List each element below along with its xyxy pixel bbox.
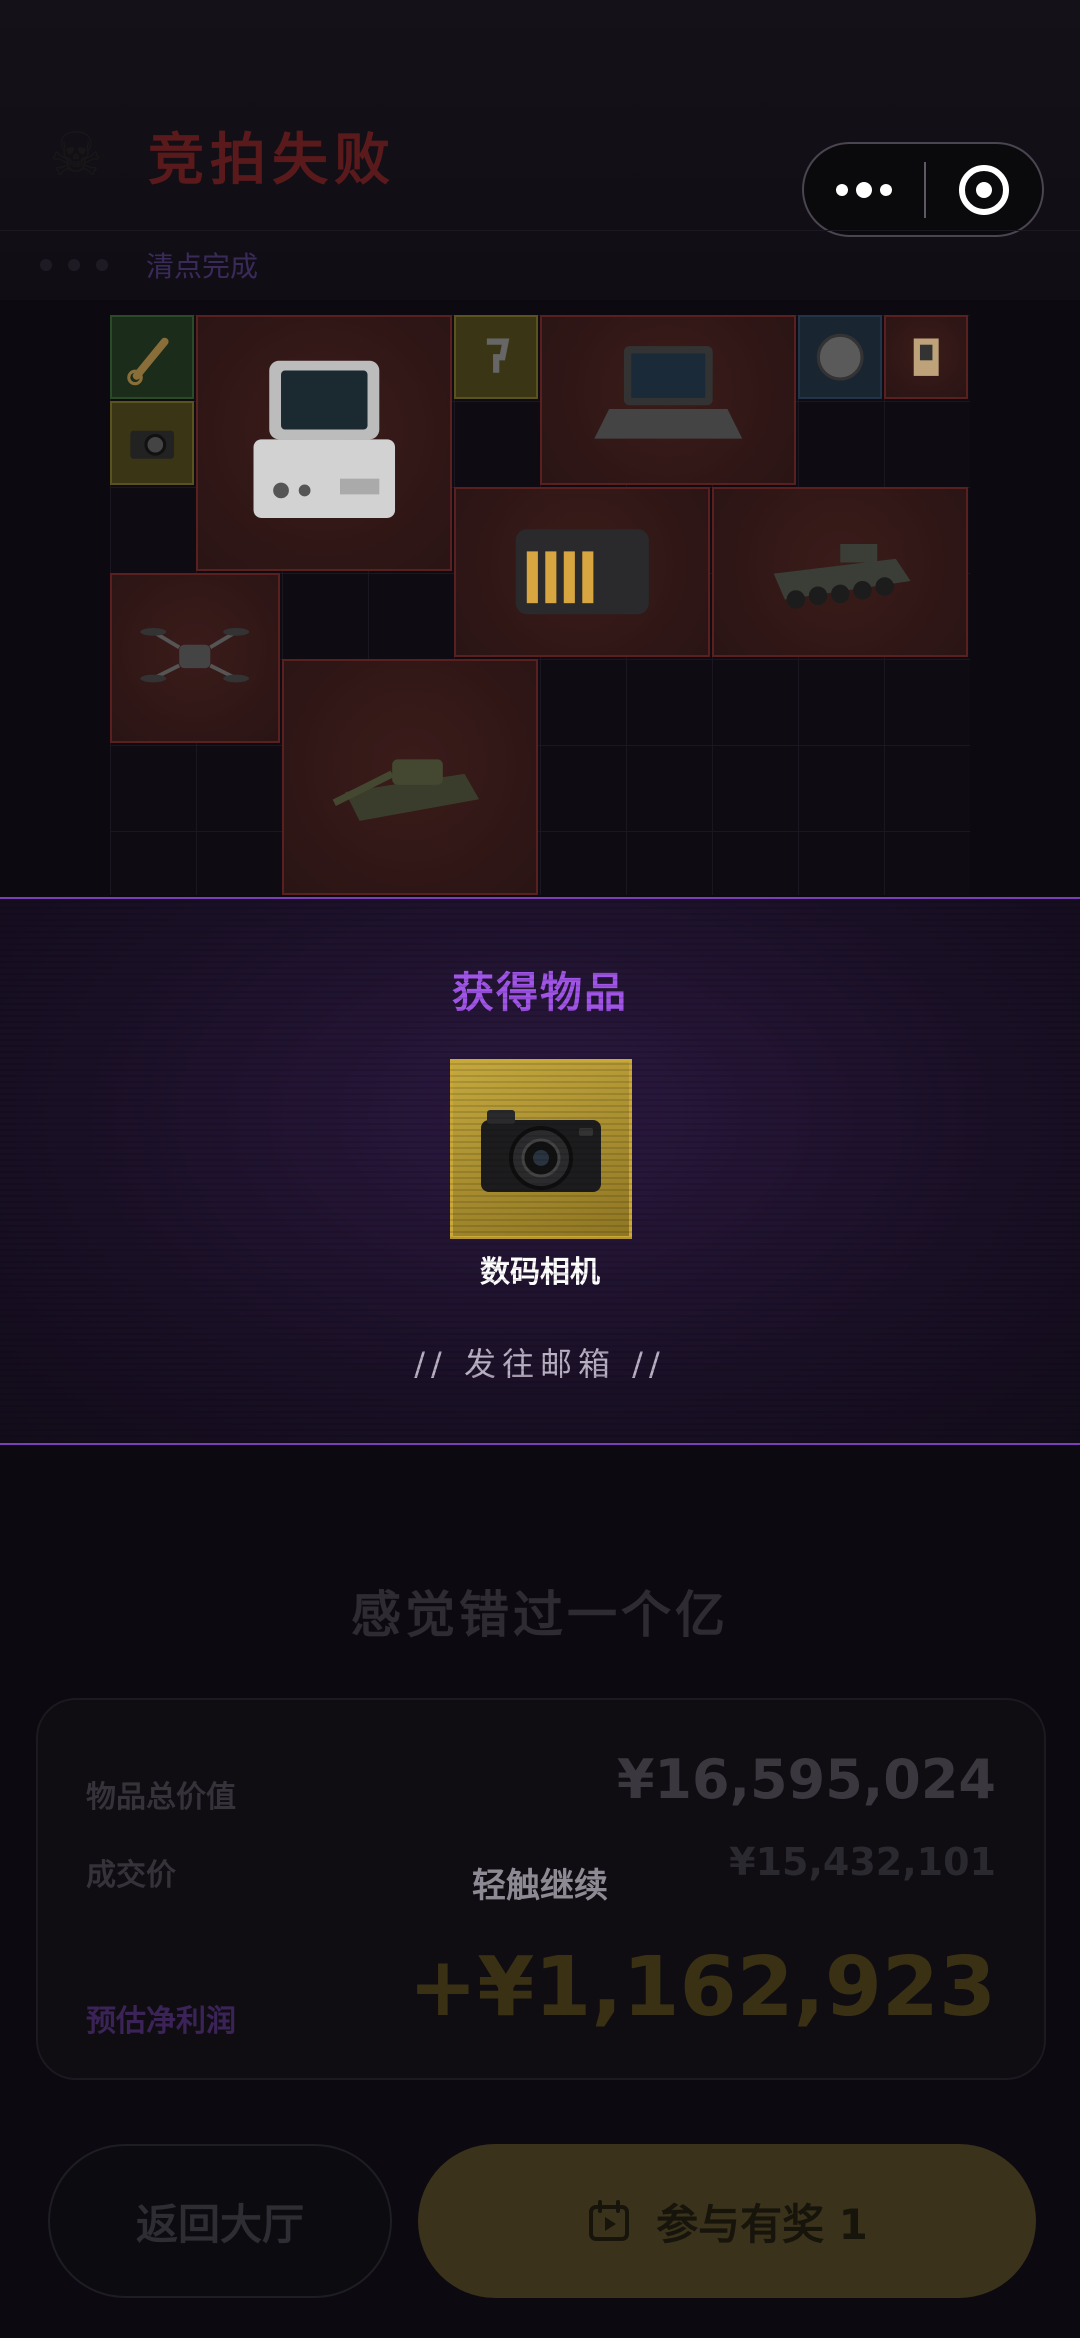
hook-icon[interactable] xyxy=(454,315,538,399)
calendar-play-icon xyxy=(589,2200,630,2241)
progress-dot xyxy=(40,258,52,271)
laptop-icon[interactable] xyxy=(540,315,796,485)
prize-button[interactable]: 参与有奖 1 xyxy=(418,2144,1036,2298)
wrench-icon[interactable] xyxy=(110,315,194,399)
skull-icon: ☠ xyxy=(49,120,103,190)
server-icon[interactable] xyxy=(454,487,710,657)
reward-title: 获得物品 xyxy=(451,968,628,1017)
reward-overlay[interactable]: 获得物品 数码相机 // 发往邮箱 // xyxy=(0,897,1080,1445)
mini-program-capsule xyxy=(802,142,1044,237)
tap-continue-hint[interactable]: 轻触继续 xyxy=(0,1858,1080,1907)
reward-item-name: 数码相机 xyxy=(480,1255,600,1290)
target-icon[interactable] xyxy=(926,144,1042,235)
progress-dot xyxy=(96,258,108,271)
drone-icon[interactable] xyxy=(110,573,280,743)
profit-label: 预估净利润 xyxy=(86,2004,236,2039)
total-value-label: 物品总价值 xyxy=(86,1780,236,1815)
status-text: 清点完成 xyxy=(146,249,259,283)
header: ☠ 竞拍失败 清点完成 xyxy=(0,0,1080,300)
status-row: 清点完成 xyxy=(0,230,1080,298)
regret-text: 感觉错过一个亿 xyxy=(351,1586,729,1644)
circuit-module-icon[interactable] xyxy=(884,315,968,399)
camera-icon[interactable] xyxy=(110,401,194,485)
delivery-text: // 发往邮箱 // xyxy=(414,1345,666,1383)
return-lobby-button[interactable]: 返回大厅 xyxy=(48,2144,392,2298)
reward-item-card[interactable] xyxy=(450,1059,632,1239)
tank-icon[interactable] xyxy=(282,659,538,895)
inventory-grid xyxy=(110,315,970,895)
coin-icon[interactable] xyxy=(798,315,882,399)
profit-value: +¥1,162,923 xyxy=(408,1940,996,2035)
camera-icon xyxy=(481,1110,601,1192)
armored-vehicle-icon[interactable] xyxy=(712,487,968,657)
title-row: ☠ 竞拍失败 xyxy=(40,115,396,195)
page-title: 竞拍失败 xyxy=(148,127,396,193)
terminal-device-icon[interactable] xyxy=(196,315,452,571)
total-value: ¥16,595,024 xyxy=(616,1748,996,1811)
progress-dot xyxy=(68,258,80,271)
prize-button-label: 参与有奖 1 xyxy=(656,2199,868,2249)
more-dots-icon[interactable] xyxy=(804,144,924,235)
